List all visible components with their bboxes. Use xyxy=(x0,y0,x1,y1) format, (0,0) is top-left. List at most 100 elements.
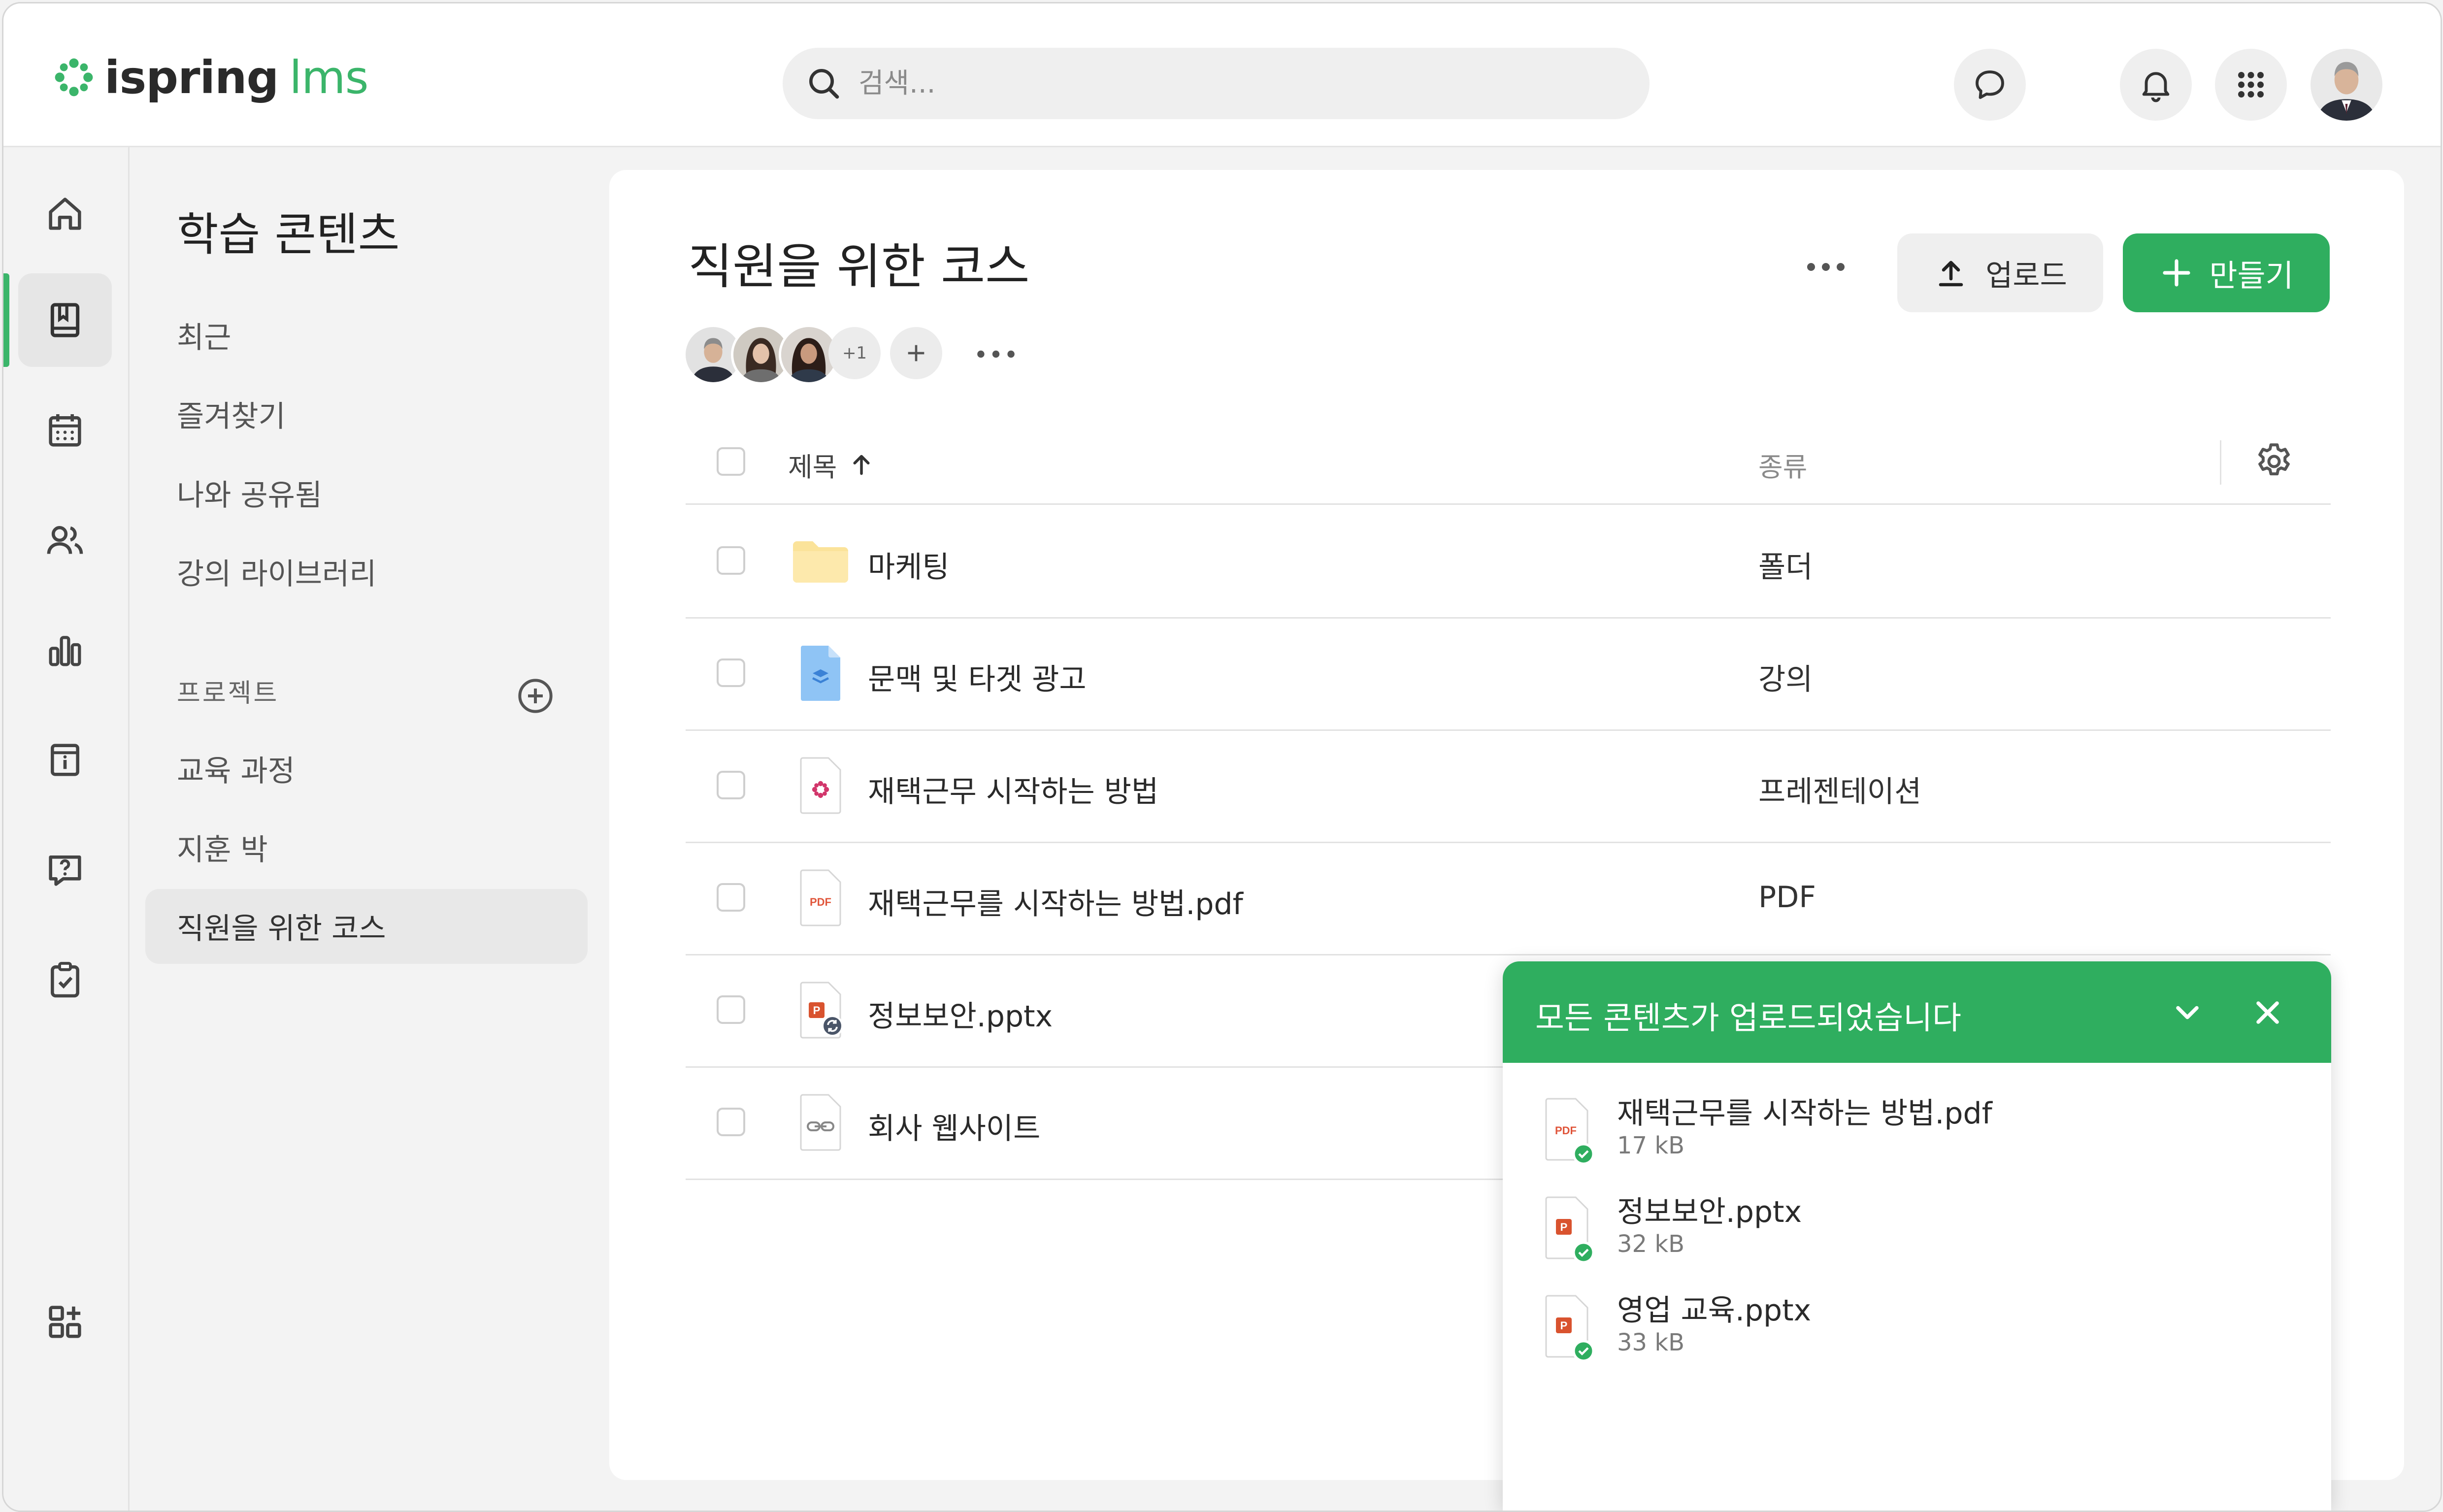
row-type: PDF xyxy=(1758,880,1816,915)
row-name: 정보보안.pptx xyxy=(868,999,1053,1034)
rail-users[interactable] xyxy=(18,493,112,587)
upload-button-label: 업로드 xyxy=(1985,258,2067,293)
reports-chart-icon xyxy=(49,636,81,666)
rail-help[interactable] xyxy=(18,823,112,917)
add-project-icon[interactable] xyxy=(516,676,555,716)
table-row[interactable]: 문맥 및 타겟 광고 강의 xyxy=(686,617,2331,731)
courses-book-icon xyxy=(50,303,80,337)
row-checkbox[interactable] xyxy=(717,995,745,1024)
upload-icon xyxy=(1939,261,1963,287)
table-row[interactable]: 마케팅 폴더 xyxy=(686,505,2331,619)
add-widget-icon xyxy=(49,1306,81,1338)
top-bar: ispring lms xyxy=(3,3,2441,147)
presentation-icon xyxy=(800,757,841,814)
row-checkbox[interactable] xyxy=(717,1108,745,1136)
plus-icon xyxy=(2163,259,2191,287)
apps-button[interactable] xyxy=(2215,49,2287,121)
upload-panel-header: 모든 콘텐츠가 업로드되었습니다 xyxy=(1503,961,2331,1063)
row-checkbox[interactable] xyxy=(717,546,745,575)
column-title-header[interactable]: 제목 xyxy=(788,445,876,484)
rail-calendar[interactable] xyxy=(18,384,112,477)
page-title: 직원을 위한 코스 xyxy=(688,239,1030,295)
app-window: ispring lms 검색... 학습 콘텐츠 최근 즐겨찾기 나와 공유됨 … xyxy=(2,2,2442,1512)
row-name: 회사 웹사이트 xyxy=(868,1112,1041,1146)
select-all-checkbox[interactable] xyxy=(717,447,745,476)
pptx-file-icon: P xyxy=(800,982,843,1039)
pptx-file-icon: P xyxy=(1545,1196,1595,1264)
column-divider xyxy=(2220,440,2221,485)
uploaded-file-item[interactable]: P 영업 교육.pptx 33 kB xyxy=(1538,1286,2307,1370)
table-header: 제목 종류 xyxy=(686,429,2331,505)
course-icon xyxy=(801,646,840,701)
members-more-icon[interactable] xyxy=(974,344,1018,364)
close-icon[interactable] xyxy=(2249,994,2286,1031)
row-type: 폴더 xyxy=(1758,550,1813,585)
row-type: 프레젠테이션 xyxy=(1758,775,1922,809)
logo-text: ispring xyxy=(104,51,279,104)
table-row[interactable]: 재택근무 시작하는 방법 프레젠테이션 xyxy=(686,729,2331,843)
rail-add-widget[interactable] xyxy=(18,1275,112,1369)
uploaded-file-size: 17 kB xyxy=(1617,1132,1685,1159)
nav-project-curriculum[interactable]: 교육 과정 xyxy=(177,747,295,790)
nav-project-employee-course[interactable]: 직원을 위한 코스 xyxy=(177,905,386,948)
nav-project-jihoon-park[interactable]: 지훈 박 xyxy=(177,826,268,869)
svg-text:P: P xyxy=(1560,1319,1568,1332)
user-avatar-image xyxy=(2311,49,2382,121)
chat-button[interactable] xyxy=(1954,49,2026,121)
rail-active-indicator xyxy=(3,273,9,367)
notifications-button[interactable] xyxy=(2120,49,2192,121)
search-icon xyxy=(809,68,839,99)
rail-reports[interactable] xyxy=(18,603,112,697)
users-icon xyxy=(47,526,83,554)
uploaded-file-item[interactable]: PDF 재택근무를 시작하는 방법.pdf 17 kB xyxy=(1538,1089,2307,1173)
rail-info-board[interactable] xyxy=(18,713,112,807)
plus-icon xyxy=(908,345,924,362)
rail-learning-content[interactable] xyxy=(18,273,112,367)
folder-icon xyxy=(793,541,848,583)
upload-complete-panel: 모든 콘텐츠가 업로드되었습니다 PDF 재택근무를 시작하는 방법.pdf 1… xyxy=(1503,961,2331,1511)
row-name: 재택근무를 시작하는 방법.pdf xyxy=(868,887,1243,921)
row-checkbox[interactable] xyxy=(717,771,745,799)
pptx-file-icon: P xyxy=(1545,1295,1595,1362)
row-checkbox[interactable] xyxy=(717,658,745,687)
upload-panel-title: 모든 콘텐츠가 업로드되었습니다 xyxy=(1535,1000,1962,1037)
link-file-icon xyxy=(800,1094,841,1151)
rail-tasks[interactable] xyxy=(18,933,112,1026)
uploaded-file-name: 재택근무를 시작하는 방법.pdf xyxy=(1617,1096,1992,1131)
row-name: 마케팅 xyxy=(868,550,950,585)
uploaded-file-size: 33 kB xyxy=(1617,1329,1685,1356)
uploaded-file-size: 32 kB xyxy=(1617,1230,1685,1258)
ispring-logo[interactable]: ispring lms xyxy=(50,50,369,104)
nav-item-recent[interactable]: 최근 xyxy=(177,314,231,357)
rail-home[interactable] xyxy=(18,167,112,261)
upload-button[interactable]: 업로드 xyxy=(1897,233,2103,312)
search-bar[interactable] xyxy=(783,48,1650,119)
column-type-header[interactable]: 종류 xyxy=(1758,445,1807,484)
nav-item-favorites[interactable]: 즐겨찾기 xyxy=(177,393,286,435)
uploaded-file-name: 영업 교육.pptx xyxy=(1617,1293,1812,1328)
create-button[interactable]: 만들기 xyxy=(2123,233,2330,312)
user-avatar[interactable] xyxy=(2311,49,2382,121)
chevron-down-icon[interactable] xyxy=(2169,994,2206,1031)
row-name: 재택근무 시작하는 방법 xyxy=(868,775,1159,809)
row-checkbox[interactable] xyxy=(717,883,745,912)
more-members-badge[interactable]: +1 xyxy=(828,327,881,379)
chat-icon xyxy=(1976,70,2004,99)
table-row[interactable]: PDF 재택근무를 시작하는 방법.pdf PDF xyxy=(686,842,2331,955)
svg-text:P: P xyxy=(1560,1221,1568,1233)
nav-item-course-library[interactable]: 강의 라이브러리 xyxy=(177,550,376,593)
pdf-file-icon: PDF xyxy=(1545,1098,1595,1165)
pdf-file-icon: PDF xyxy=(800,869,841,926)
uploaded-file-item[interactable]: P 정보보안.pptx 32 kB xyxy=(1538,1188,2307,1272)
apps-grid-icon xyxy=(2238,72,2264,98)
projects-section-label: 프로젝트 xyxy=(177,679,279,708)
logo-lms-text: lms xyxy=(289,51,368,104)
svg-text:PDF: PDF xyxy=(810,896,831,908)
info-board-icon xyxy=(51,744,79,776)
search-input[interactable] xyxy=(858,67,1549,100)
gear-icon[interactable] xyxy=(2252,439,2296,484)
more-options-icon[interactable] xyxy=(1801,252,1850,282)
add-member-button[interactable] xyxy=(890,327,942,379)
nav-item-shared-with-me[interactable]: 나와 공유됨 xyxy=(177,471,322,514)
uploaded-file-name: 정보보안.pptx xyxy=(1617,1195,1802,1229)
